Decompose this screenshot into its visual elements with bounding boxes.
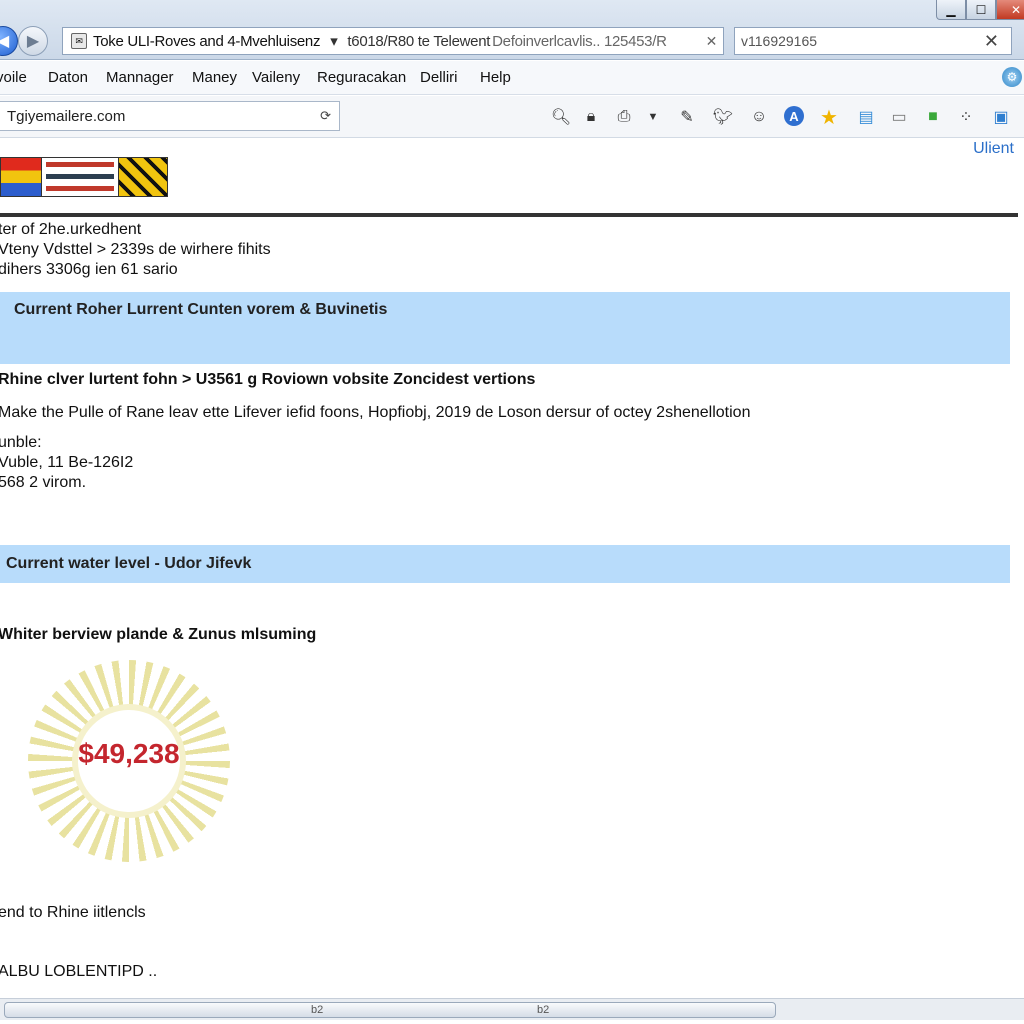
menu-item-help[interactable]: Help bbox=[480, 69, 511, 86]
section-paragraph: Make the Pulle of Rane leav ette Lifever… bbox=[0, 404, 751, 421]
detail-line: Vuble, 11 Be-126I2 bbox=[0, 454, 134, 471]
browser-titlebar: ◀ ▶ ✉ Toke ULI-Roves and 4-Mvehluisenz ▾… bbox=[0, 0, 1024, 60]
intro-line: Vteny Vdsttel > 2339s de wirhere fihits bbox=[0, 241, 271, 258]
intro-line: dihers 3306g ien 61 sario bbox=[0, 261, 178, 278]
logo-flag-middle bbox=[41, 158, 119, 196]
account-icon[interactable]: A bbox=[784, 106, 804, 126]
search-value: v116929165 bbox=[741, 33, 818, 49]
amount-value: $49,238 bbox=[78, 738, 180, 769]
bird-icon[interactable]: 🐦︎ bbox=[712, 106, 734, 128]
arrow-left-icon: ◀ bbox=[0, 33, 10, 50]
footer-line: ALBU LOBLENTIPD .. bbox=[0, 963, 158, 980]
section-subheading: Whiter berview plande & Zunus mlsuming bbox=[0, 626, 317, 643]
site-logo[interactable] bbox=[0, 157, 168, 197]
search-icon[interactable]: 🔍︎ bbox=[550, 106, 572, 128]
menu-item-view[interactable]: Vaileny bbox=[252, 69, 300, 86]
minimize-icon: ▁ bbox=[946, 2, 956, 17]
detail-line: 568 2 virom. bbox=[0, 474, 87, 491]
page-title-bar[interactable]: ✉ Toke ULI-Roves and 4-Mvehluisenz ▾ t60… bbox=[62, 27, 724, 55]
page-title-mid: t6018/R80 te Telewent bbox=[347, 32, 491, 50]
refresh-icon[interactable]: ⟳ bbox=[320, 108, 331, 124]
close-window-button[interactable]: ✕ bbox=[996, 0, 1024, 20]
top-right-link[interactable]: Ulient bbox=[973, 140, 1014, 158]
extension-icon[interactable]: ■ bbox=[922, 106, 944, 128]
page-favicon-icon: ✉ bbox=[71, 33, 87, 49]
page-title-main: Toke ULI-Roves and 4-Mvehluisenz bbox=[93, 32, 321, 50]
menu-item-file[interactable]: voile bbox=[0, 69, 27, 86]
scroll-grip-left: b2 bbox=[311, 1004, 324, 1016]
lock-icon[interactable]: 🔒︎ bbox=[580, 106, 602, 128]
window-icon[interactable]: ▭ bbox=[888, 106, 910, 128]
page-title-muted: Defoinverlcavlis.. 125453/R bbox=[492, 32, 667, 50]
maximize-icon: ☐ bbox=[975, 2, 987, 17]
search-input[interactable]: v116929165 ✕ bbox=[734, 27, 1012, 55]
menu-item-data[interactable]: Daton bbox=[48, 69, 88, 86]
footer-link[interactable]: end to Rhine iitlencls bbox=[0, 904, 146, 922]
gear-icon[interactable]: ⚙ bbox=[1002, 67, 1022, 87]
address-bar[interactable]: Tgiyemailere.com ⟳ bbox=[0, 101, 340, 131]
header-divider bbox=[0, 213, 1018, 217]
back-button[interactable]: ◀ bbox=[0, 26, 18, 56]
chevron-down-icon[interactable]: ▼ bbox=[642, 106, 664, 128]
forward-button[interactable]: ▶ bbox=[18, 26, 48, 56]
toolbar: Tgiyemailere.com ⟳ 🔍︎ 🔒︎ ⎙ ▼ ✎ 🐦︎ ☺ A ★ … bbox=[0, 96, 1024, 138]
menu-bar: voile Daton Mannager Maney Vaileny Regur… bbox=[0, 61, 1024, 95]
arrow-right-icon: ▶ bbox=[26, 33, 40, 50]
menu-item-delivery[interactable]: Delliri bbox=[420, 69, 458, 86]
clear-icon[interactable]: ✕ bbox=[706, 33, 718, 50]
menu-item-manager[interactable]: Mannager bbox=[106, 69, 174, 86]
section-heading-current: Current Roher Lurrent Cunten vorem & Buv… bbox=[0, 292, 1010, 364]
scrollbar-thumb[interactable]: b2 b2 bbox=[4, 1002, 776, 1018]
feedback-icon[interactable]: ☺ bbox=[748, 106, 770, 128]
minimize-button[interactable]: ▁ bbox=[936, 0, 966, 20]
section-heading-water-level: Current water level - Udor Jifevk bbox=[0, 545, 1010, 583]
address-value: Tgiyemailere.com bbox=[7, 107, 126, 125]
logo-flag-right bbox=[119, 158, 167, 196]
intro-line: ter of 2he.urkedhent bbox=[0, 221, 142, 238]
section-subheading: Rhine clver lurtent fohn > U3561 g Rovio… bbox=[0, 371, 536, 388]
star-icon[interactable]: ★ bbox=[818, 106, 840, 129]
logo-flag-left bbox=[1, 158, 41, 196]
page-title-dropdown-icon[interactable]: ▾ bbox=[330, 32, 338, 50]
scroll-grip-right: b2 bbox=[537, 1004, 550, 1016]
close-icon[interactable]: ✕ bbox=[984, 31, 999, 52]
menu-item-money[interactable]: Maney bbox=[192, 69, 237, 86]
detail-line: unble: bbox=[0, 434, 42, 451]
maximize-button[interactable]: ☐ bbox=[966, 0, 996, 20]
menu-item-regular[interactable]: Reguracakan bbox=[317, 69, 406, 86]
print-icon[interactable]: ⎙ bbox=[613, 106, 635, 128]
folder-icon[interactable]: ▤ bbox=[855, 106, 877, 128]
grid-icon[interactable]: ⁘ bbox=[955, 106, 977, 128]
close-window-icon: ✕ bbox=[1010, 2, 1022, 17]
horizontal-scrollbar[interactable]: b2 b2 bbox=[0, 998, 1024, 1020]
pen-icon[interactable]: ✎ bbox=[676, 106, 698, 128]
tray-icon[interactable]: ▣ bbox=[990, 106, 1012, 128]
